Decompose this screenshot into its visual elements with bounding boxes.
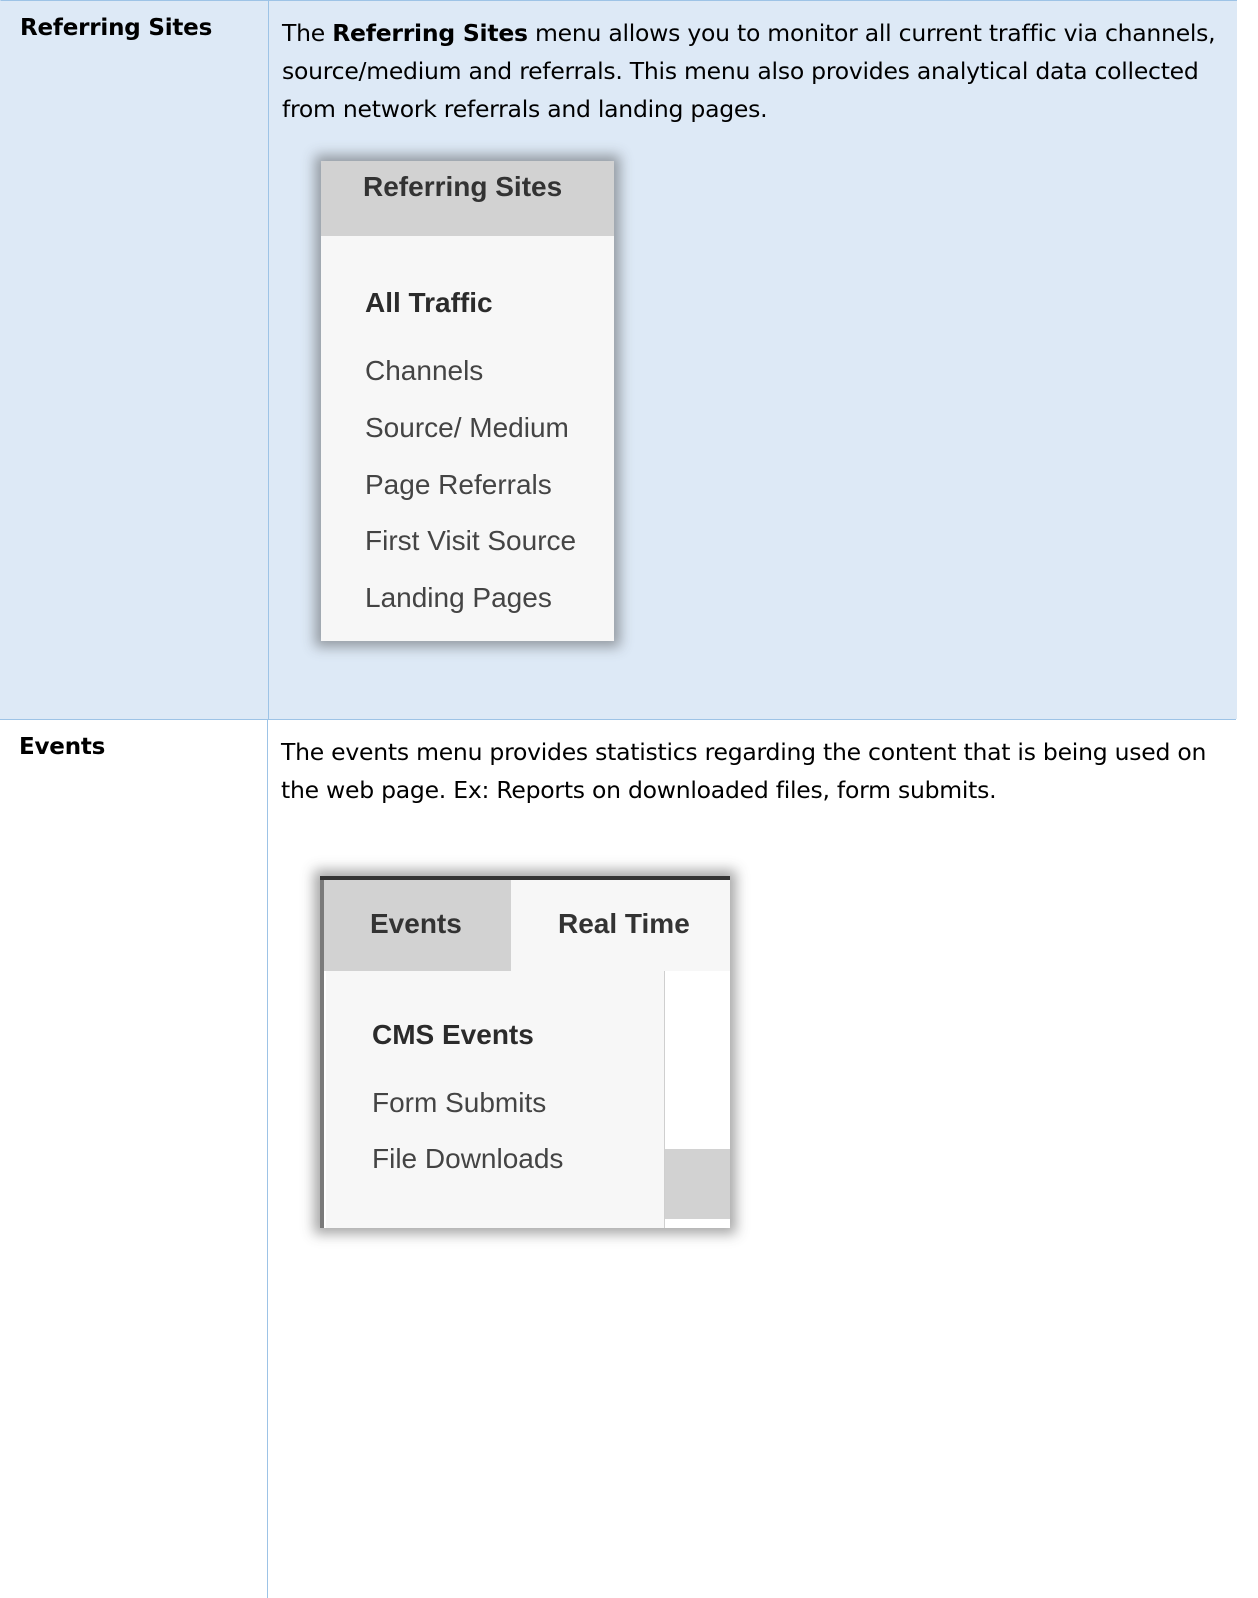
referring-sites-menu-screenshot: Referring Sites All Traffic Channels Sou… (321, 161, 614, 641)
document-table: Referring Sites The Referring Sites menu… (0, 0, 1258, 1598)
column-divider (267, 720, 268, 1598)
table-row-referring-sites: Referring Sites The Referring Sites menu… (0, 0, 1237, 719)
description-prefix: The (282, 19, 333, 47)
row-label: Events (19, 734, 106, 760)
tab-real-time[interactable]: Real Time (511, 880, 730, 971)
menu-section-title: All Traffic (365, 287, 493, 318)
description-bold-term: Referring Sites (332, 19, 528, 47)
menu-header-label: Referring Sites (363, 171, 563, 202)
background-bar (665, 1149, 730, 1219)
tab-events-label: Events (370, 908, 462, 939)
tab-real-time-label: Real Time (558, 908, 690, 939)
menu-item-form-submits[interactable]: Form Submits (372, 1087, 546, 1119)
background-area (665, 971, 730, 1149)
menu-header[interactable]: Referring Sites (321, 161, 614, 236)
column-divider (268, 1, 269, 719)
menu-item-channels[interactable]: Channels (365, 355, 483, 387)
row-description: The events menu provides statistics rega… (281, 738, 1207, 804)
menu-item-landing-pages[interactable]: Landing Pages (365, 582, 552, 614)
tab-events[interactable]: Events (324, 880, 511, 971)
menu-item-file-downloads[interactable]: File Downloads (372, 1143, 563, 1175)
menu-section-title: CMS Events (372, 1019, 534, 1050)
row-description: The Referring Sites menu allows you to m… (282, 14, 1222, 128)
menu-item-page-referrals[interactable]: Page Referrals (365, 469, 552, 501)
menu-item-source-medium[interactable]: Source/ Medium (365, 412, 569, 444)
row-label: Referring Sites (20, 15, 213, 41)
events-dropdown: CMS Events Form Submits File Downloads (326, 971, 665, 1228)
events-menu-screenshot: Events Real Time CMS Events Form Submits… (320, 876, 730, 1228)
menu-item-first-visit-source[interactable]: First Visit Source (365, 525, 576, 557)
